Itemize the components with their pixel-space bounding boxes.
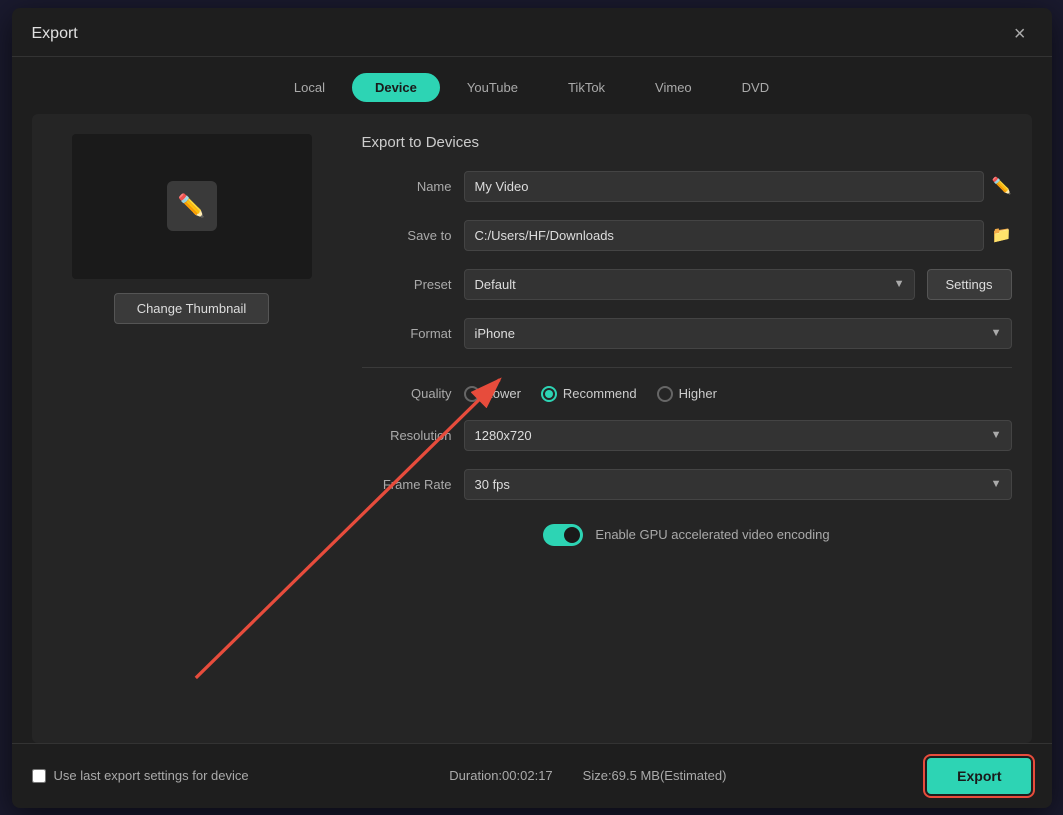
resolution-row: Resolution 1280x720 ▼ [362,420,1012,451]
thumbnail-preview: ✏️ [72,134,312,279]
tab-dvd[interactable]: DVD [719,73,792,102]
quality-higher-radio[interactable] [657,386,673,402]
footer-left: Use last export settings for device [32,768,249,783]
quality-row: Quality Lower Recommend Higher [362,386,1012,402]
quality-recommend-label: Recommend [563,386,637,401]
format-row: Format iPhone ▼ [362,318,1012,349]
name-input[interactable] [464,171,984,202]
quality-higher-option[interactable]: Higher [657,386,717,402]
quality-lower-radio[interactable] [464,386,480,402]
quality-higher-label: Higher [679,386,717,401]
title-bar: Export × [12,8,1052,57]
use-last-settings-label: Use last export settings for device [54,768,249,783]
tab-tiktok[interactable]: TikTok [545,73,628,102]
quality-lower-label: Lower [486,386,521,401]
left-panel: ✏️ Change Thumbnail [52,134,332,723]
name-input-group: ✏️ [464,171,1012,202]
gpu-row: Enable GPU accelerated video encoding [362,524,1012,546]
frame-rate-row: Frame Rate 30 fps ▼ [362,469,1012,500]
main-content: ✏️ Change Thumbnail Export to Devices Na… [32,114,1032,743]
name-row: Name ✏️ [362,171,1012,202]
export-dialog: Export × Local Device YouTube TikTok Vim… [12,8,1052,808]
use-last-settings-checkbox[interactable] [32,769,46,783]
section-title: Export to Devices [362,134,1012,151]
frame-rate-select[interactable]: 30 fps [464,469,1012,500]
gpu-label: Enable GPU accelerated video encoding [595,527,829,542]
save-to-input[interactable] [464,220,984,251]
format-select-wrap: iPhone ▼ [464,318,1012,349]
close-button[interactable]: × [1008,22,1032,46]
preset-label: Preset [362,277,452,292]
format-select[interactable]: iPhone [464,318,1012,349]
name-label: Name [362,179,452,194]
tab-vimeo[interactable]: Vimeo [632,73,715,102]
quality-recommend-option[interactable]: Recommend [541,386,637,402]
tab-youtube[interactable]: YouTube [444,73,541,102]
footer-center: Duration:00:02:17 Size:69.5 MB(Estimated… [449,768,726,783]
resolution-select-wrap: 1280x720 ▼ [464,420,1012,451]
ai-icon[interactable]: ✏️ [992,176,1012,196]
duration-label: Duration:00:02:17 [449,768,552,783]
preset-select-wrap: Default ▼ [464,269,915,300]
folder-icon[interactable]: 📁 [992,225,1012,245]
size-label: Size:69.5 MB(Estimated) [583,768,727,783]
preset-row: Preset Default ▼ Settings [362,269,1012,300]
footer: Use last export settings for device Dura… [12,743,1052,808]
quality-options: Lower Recommend Higher [464,386,717,402]
tab-device[interactable]: Device [352,73,440,102]
quality-label: Quality [362,386,452,401]
tab-local[interactable]: Local [271,73,348,102]
export-button[interactable]: Export [927,758,1031,794]
preset-select[interactable]: Default [464,269,915,300]
resolution-select[interactable]: 1280x720 [464,420,1012,451]
save-to-input-group: 📁 [464,220,1012,251]
quality-recommend-radio[interactable] [541,386,557,402]
divider [362,367,1012,368]
frame-rate-label: Frame Rate [362,477,452,492]
toggle-knob [564,527,580,543]
dialog-title: Export [32,25,78,43]
settings-button[interactable]: Settings [927,269,1012,300]
frame-rate-select-wrap: 30 fps ▼ [464,469,1012,500]
save-to-row: Save to 📁 [362,220,1012,251]
save-to-label: Save to [362,228,452,243]
quality-lower-option[interactable]: Lower [464,386,521,402]
right-panel: Export to Devices Name ✏️ Save to 📁 Pr [362,134,1012,723]
format-label: Format [362,326,452,341]
tab-bar: Local Device YouTube TikTok Vimeo DVD [12,57,1052,114]
thumbnail-icon: ✏️ [167,181,217,231]
change-thumbnail-button[interactable]: Change Thumbnail [114,293,270,324]
gpu-toggle[interactable] [543,524,583,546]
resolution-label: Resolution [362,428,452,443]
